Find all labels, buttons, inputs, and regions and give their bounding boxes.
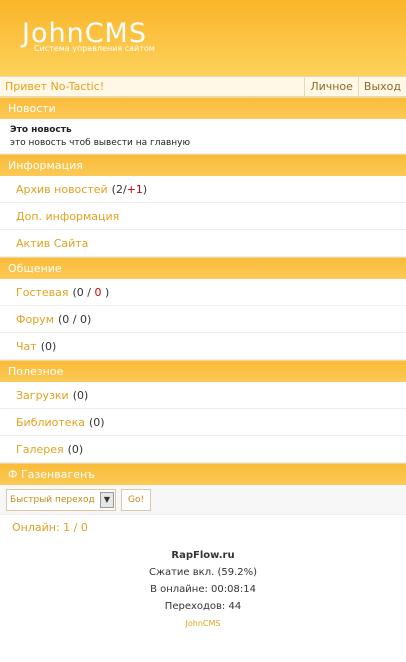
- footer-transitions: Переходов: 44: [164, 601, 242, 612]
- guestbook-link[interactable]: Гостевая: [16, 286, 69, 299]
- footer-site-name: RapFlow.ru: [171, 550, 235, 561]
- top-nav: Личное Выход: [304, 77, 406, 96]
- footer-cms-link[interactable]: JohnCMS: [0, 615, 406, 632]
- chat-link[interactable]: Чат: [16, 340, 37, 353]
- profile-link[interactable]: Личное: [304, 77, 358, 96]
- menu-item-gallery: Галерея (0): [0, 436, 406, 463]
- menu-item-forum: Форум (0 / 0): [0, 306, 406, 333]
- news-archive-link[interactable]: Архив новостей: [16, 183, 108, 196]
- menu-item-site-activity: Актив Сайта: [0, 230, 406, 257]
- logout-link[interactable]: Выход: [357, 77, 406, 96]
- logo[interactable]: JohnCMS Система управления сайтом: [22, 20, 155, 53]
- forum-count: (0 / 0): [58, 313, 92, 326]
- news-archive-count-new: +1: [126, 183, 143, 196]
- gallery-count: (0): [67, 443, 84, 456]
- gazen-heading[interactable]: Ф Газенвагенъ: [0, 463, 406, 485]
- news-archive-count-total: (2/: [111, 183, 127, 196]
- menu-item-extra-info: Доп. информация: [0, 203, 406, 230]
- useful-heading: Полезное: [0, 360, 406, 382]
- extra-info-link[interactable]: Доп. информация: [16, 210, 119, 223]
- go-button[interactable]: Go!: [121, 488, 152, 511]
- site-header: JohnCMS Система управления сайтом: [0, 0, 406, 76]
- greeting-text: Привет No-Tactic!: [5, 80, 105, 93]
- guestbook-count-total: (0 /: [72, 286, 92, 299]
- news-heading: Новости: [0, 97, 406, 119]
- menu-item-news-archive: Архив новостей (2/+1): [0, 176, 406, 203]
- guestbook-count-new: 0: [94, 286, 102, 299]
- news-archive-count-close: ): [142, 183, 148, 196]
- news-item: Это новость это новость чтоб вывести на …: [0, 119, 406, 154]
- downloads-count: (0): [72, 389, 89, 402]
- gallery-link[interactable]: Галерея: [16, 443, 64, 456]
- menu-item-chat: Чат (0): [0, 333, 406, 360]
- site-activity-link[interactable]: Актив Сайта: [16, 237, 88, 250]
- menu-item-downloads: Загрузки (0): [0, 382, 406, 409]
- library-link[interactable]: Библиотека: [16, 416, 85, 429]
- logo-tagline: Система управления сайтом: [34, 44, 155, 53]
- quick-jump-bar: Быстрый переход ▼ Go!: [0, 485, 406, 515]
- footer: RapFlow.ru Сжатие вкл. (59.2%) В онлайне…: [0, 547, 406, 632]
- menu-item-guestbook: Гостевая (0 / 0 ): [0, 279, 406, 306]
- forum-link[interactable]: Форум: [16, 313, 54, 326]
- logo-text: JohnCMS: [22, 18, 147, 49]
- news-title: Это новость: [10, 125, 72, 135]
- chat-count: (0): [40, 340, 57, 353]
- downloads-link[interactable]: Загрузки: [16, 389, 69, 402]
- library-count: (0): [88, 416, 105, 429]
- menu-item-library: Библиотека (0): [0, 409, 406, 436]
- guestbook-count: (0 / 0 ): [73, 286, 110, 299]
- news-text: это новость чтоб вывести на главную: [10, 138, 191, 148]
- news-archive-count: (2/+1): [112, 183, 148, 196]
- footer-online-time: В онлайне: 00:08:14: [150, 584, 256, 595]
- community-heading: Общение: [0, 257, 406, 279]
- info-heading: Информация: [0, 154, 406, 176]
- quick-jump-selected: Быстрый переход: [10, 494, 95, 505]
- footer-compression: Сжатие вкл. (59.2%): [148, 567, 258, 578]
- greeting-bar: Привет No-Tactic! Личное Выход: [0, 76, 406, 97]
- guestbook-count-close: ): [105, 286, 110, 299]
- online-count[interactable]: Онлайн: 1 / 0: [0, 515, 406, 541]
- chevron-down-icon[interactable]: ▼: [100, 491, 114, 508]
- quick-jump-select[interactable]: Быстрый переход ▼: [6, 488, 116, 511]
